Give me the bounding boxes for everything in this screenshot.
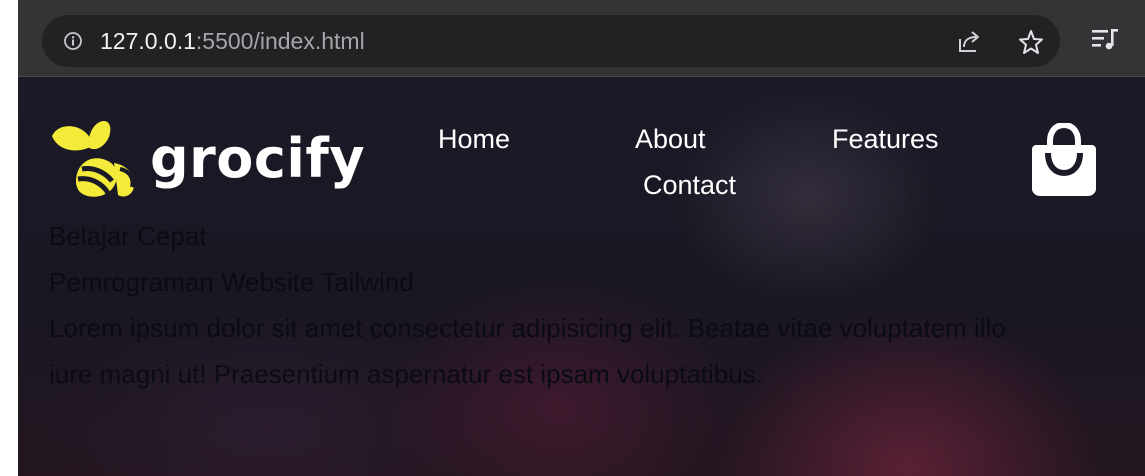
bee-logo-icon bbox=[52, 121, 135, 197]
logo-text: grocify bbox=[150, 127, 366, 190]
info-icon[interactable] bbox=[63, 31, 83, 51]
shopping-bag-icon[interactable] bbox=[1030, 123, 1098, 197]
url-host: 127.0.0.1 bbox=[100, 28, 196, 54]
site-logo[interactable]: grocify bbox=[48, 119, 368, 201]
url-path: :5500/index.html bbox=[195, 28, 365, 54]
hero-description: Lorem ipsum dolor sit amet consectetur a… bbox=[49, 313, 1006, 389]
share-icon[interactable] bbox=[954, 27, 984, 57]
url-text[interactable]: 127.0.0.1:5500/index.html bbox=[100, 27, 365, 55]
browser-window: 127.0.0.1:5500/index.html grocify Home A… bbox=[18, 0, 1145, 476]
nav-home-link[interactable]: Home bbox=[438, 123, 510, 155]
address-bar[interactable]: 127.0.0.1:5500/index.html bbox=[42, 15, 1060, 67]
hero-line-1: Belajar Cepat bbox=[49, 221, 207, 251]
hero-text: Belajar Cepat Pemrograman Website Tailwi… bbox=[49, 213, 1009, 397]
star-icon[interactable] bbox=[1016, 27, 1046, 57]
nav-features-link[interactable]: Features bbox=[832, 123, 939, 155]
page-viewport: grocify Home About Features Contact Bela… bbox=[18, 77, 1145, 476]
browser-toolbar: 127.0.0.1:5500/index.html bbox=[18, 0, 1145, 77]
nav-contact-link[interactable]: Contact bbox=[643, 169, 736, 201]
nav-about-link[interactable]: About bbox=[635, 123, 706, 155]
playlist-icon[interactable] bbox=[1090, 25, 1120, 53]
hero-line-2: Pemrograman Website Tailwind bbox=[49, 267, 414, 297]
